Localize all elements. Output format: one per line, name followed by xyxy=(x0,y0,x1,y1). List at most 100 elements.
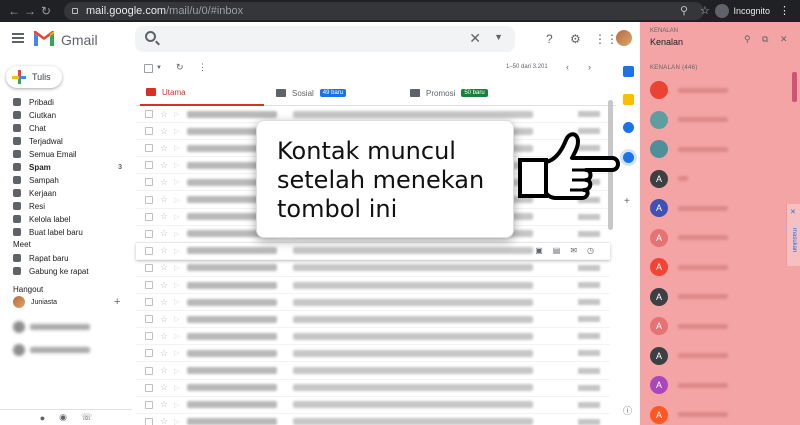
refresh-icon[interactable]: ↻ xyxy=(176,62,184,73)
star-icon[interactable]: ☆ xyxy=(160,177,168,188)
contacts-icon[interactable] xyxy=(623,152,634,163)
contact-item[interactable]: A xyxy=(650,257,790,277)
sidebar-item-chat[interactable]: Chat xyxy=(0,122,132,134)
browser-menu-icon[interactable]: ⋮ xyxy=(779,4,790,17)
contact-item[interactable] xyxy=(650,139,790,159)
table-row[interactable]: ☆ ▷ ▣ ▤ ✉ ◷ xyxy=(136,242,610,260)
hangout-contact[interactable] xyxy=(13,344,90,356)
table-row[interactable]: ☆ ▷ xyxy=(136,277,610,294)
sidebar-item-terjadwal[interactable]: Terjadwal xyxy=(0,135,132,147)
important-marker-icon[interactable]: ▷ xyxy=(174,247,179,255)
important-marker-icon[interactable]: ▷ xyxy=(174,349,179,357)
important-marker-icon[interactable]: ▷ xyxy=(174,178,179,186)
tasks-icon[interactable] xyxy=(623,122,634,133)
row-checkbox[interactable] xyxy=(145,161,153,170)
phone-icon[interactable]: ☏ xyxy=(81,412,92,423)
star-icon[interactable]: ☆ xyxy=(160,245,168,256)
important-marker-icon[interactable]: ▷ xyxy=(174,127,179,135)
close-feedback-icon[interactable]: ✕ xyxy=(790,208,796,216)
contact-search-icon[interactable]: ⚲ xyxy=(744,34,751,45)
row-checkbox[interactable] xyxy=(145,383,153,392)
contact-item[interactable]: A xyxy=(650,287,790,307)
tab-utama[interactable]: Utama xyxy=(140,80,264,106)
row-checkbox[interactable] xyxy=(145,281,153,289)
star-icon[interactable]: ☆ xyxy=(160,126,168,137)
sidebar-item-semua-email[interactable]: Semua Email xyxy=(0,148,132,160)
row-checkbox[interactable] xyxy=(145,127,153,136)
star-icon[interactable]: ☆ xyxy=(160,314,168,325)
contact-item[interactable]: A xyxy=(650,375,790,395)
important-marker-icon[interactable]: ▷ xyxy=(174,196,179,204)
sidebar-item-ciutkan[interactable]: Ciutkan xyxy=(0,109,132,121)
chat-bubble-icon[interactable]: ◉ xyxy=(59,412,67,423)
row-checkbox[interactable] xyxy=(145,229,153,238)
apps-grid-icon[interactable]: ⋮⋮ xyxy=(594,32,618,46)
star-icon[interactable]: ☆ xyxy=(160,348,168,359)
important-marker-icon[interactable]: ▷ xyxy=(174,298,179,306)
row-checkbox[interactable] xyxy=(145,263,153,272)
row-checkbox[interactable] xyxy=(145,212,153,221)
clear-search-icon[interactable]: ✕ xyxy=(469,30,481,47)
tab-sosial[interactable]: Sosial 49 baru xyxy=(276,80,347,106)
important-marker-icon[interactable]: ▷ xyxy=(174,213,179,221)
star-icon[interactable]: ☆ xyxy=(160,194,168,205)
row-checkbox[interactable] xyxy=(145,144,153,153)
table-row[interactable]: ☆ ▷ xyxy=(136,294,610,312)
meet-new-meeting[interactable]: Rapat baru xyxy=(0,252,132,264)
row-checkbox[interactable] xyxy=(145,417,153,425)
important-marker-icon[interactable]: ▷ xyxy=(174,418,179,425)
table-row[interactable]: ☆ ▷ xyxy=(136,397,610,414)
table-row[interactable]: ☆ ▷ xyxy=(136,260,610,277)
row-checkbox[interactable] xyxy=(145,298,153,307)
table-row[interactable]: ☆ ▷ xyxy=(136,414,610,425)
contact-item[interactable]: A xyxy=(650,405,790,425)
settings-gear-icon[interactable]: ⚙ xyxy=(570,32,581,46)
important-marker-icon[interactable]: ▷ xyxy=(174,230,179,238)
star-icon[interactable]: ☆ xyxy=(160,211,168,222)
row-checkbox[interactable] xyxy=(145,315,153,324)
row-checkbox[interactable] xyxy=(145,110,153,118)
search-options-icon[interactable]: ▼ xyxy=(494,32,503,42)
contact-item[interactable] xyxy=(650,80,790,100)
table-row[interactable]: ☆ ▷ xyxy=(136,345,610,363)
calendar-icon[interactable] xyxy=(623,66,634,77)
important-marker-icon[interactable]: ▷ xyxy=(174,367,179,375)
delete-icon[interactable]: ▤ xyxy=(553,246,561,255)
row-checkbox[interactable] xyxy=(145,349,153,358)
account-avatar[interactable] xyxy=(616,30,632,46)
star-icon[interactable]: ☆ xyxy=(160,228,168,239)
important-marker-icon[interactable]: ▷ xyxy=(174,332,179,340)
sidebar-item-kerjaan[interactable]: Kerjaan xyxy=(0,187,132,199)
star-icon[interactable]: ☆ xyxy=(160,297,168,308)
next-page-icon[interactable]: › xyxy=(588,62,591,72)
row-checkbox[interactable] xyxy=(145,246,153,255)
row-checkbox[interactable] xyxy=(145,366,153,375)
keep-icon[interactable] xyxy=(623,94,634,105)
contact-item[interactable]: A xyxy=(650,228,790,248)
incognito-indicator[interactable]: Incognito xyxy=(715,2,770,20)
sidebar-item-pribadi[interactable]: Pribadi xyxy=(0,96,132,108)
sidebar-item-sampah[interactable]: Sampah xyxy=(0,174,132,186)
archive-icon[interactable]: ▣ xyxy=(535,246,543,255)
snooze-icon[interactable]: ◷ xyxy=(587,246,594,255)
select-all-checkbox[interactable] xyxy=(144,64,153,73)
prev-page-icon[interactable]: ‹ xyxy=(566,62,569,72)
star-icon[interactable]: ☆ xyxy=(160,331,168,342)
star-icon[interactable]: ☆ xyxy=(160,399,168,410)
star-icon[interactable]: ☆ xyxy=(160,280,168,291)
important-marker-icon[interactable]: ▷ xyxy=(174,315,179,323)
back-icon[interactable]: ← xyxy=(6,4,22,18)
tab-promosi[interactable]: Promosi 50 baru xyxy=(410,80,488,106)
contact-item[interactable]: A xyxy=(650,198,790,218)
contact-item[interactable]: A xyxy=(650,346,790,366)
table-row[interactable]: ☆ ▷ xyxy=(136,311,610,329)
important-marker-icon[interactable]: ▷ xyxy=(174,401,179,409)
important-marker-icon[interactable]: ▷ xyxy=(174,264,179,272)
star-icon[interactable]: ☆ xyxy=(160,365,168,376)
row-checkbox[interactable] xyxy=(145,332,153,341)
important-marker-icon[interactable]: ▷ xyxy=(174,384,179,392)
close-panel-icon[interactable]: ✕ xyxy=(780,34,788,45)
important-marker-icon[interactable]: ▷ xyxy=(174,281,179,289)
contact-item[interactable]: A xyxy=(650,316,790,336)
contact-item[interactable] xyxy=(650,110,790,130)
